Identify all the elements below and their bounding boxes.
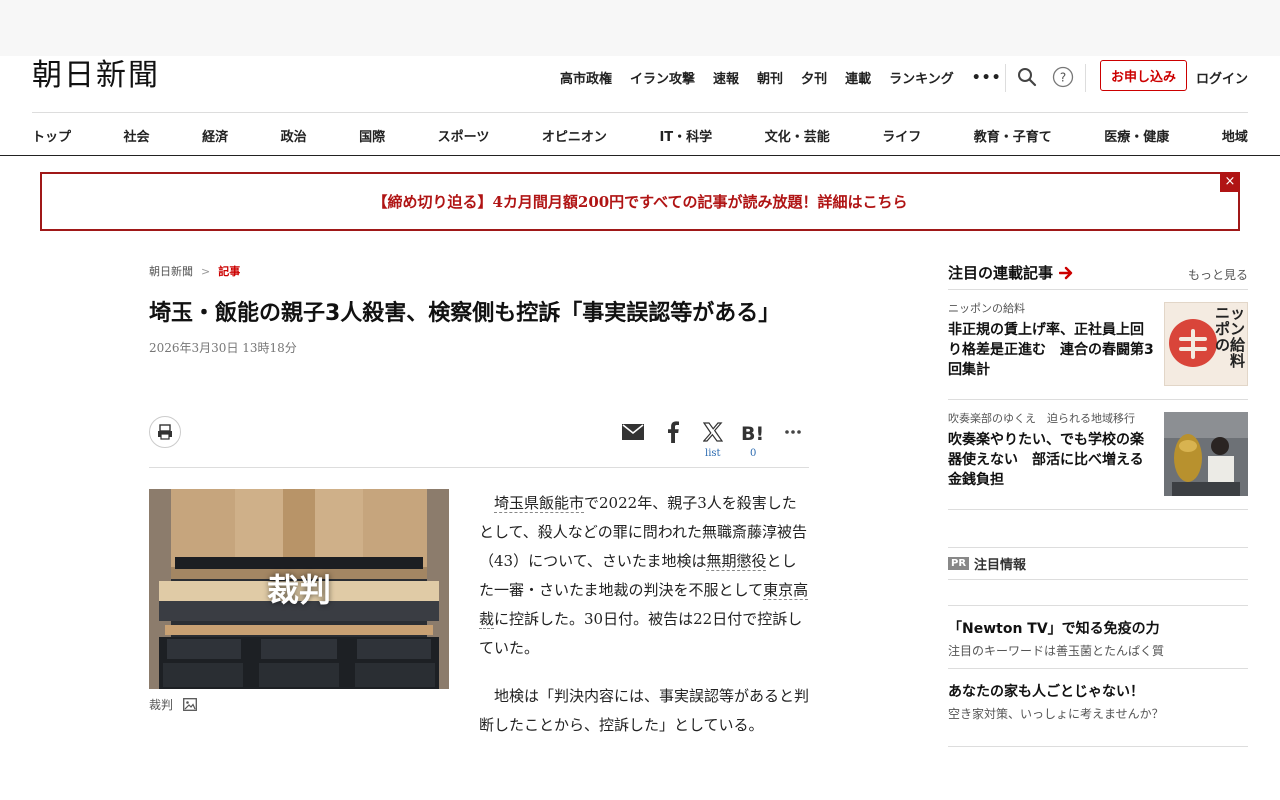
hatena-count[interactable]: 0 xyxy=(750,448,756,459)
top-nav-link[interactable]: 速報 xyxy=(713,68,739,87)
search-icon[interactable] xyxy=(1016,66,1038,88)
more-menu-button[interactable]: ••• xyxy=(972,70,1002,86)
top-nav-link[interactable]: 朝刊 xyxy=(757,68,783,87)
series-thumbnail[interactable]: ニッポンの給料 xyxy=(1164,302,1248,386)
category-nav-item[interactable]: 政治 xyxy=(281,126,307,145)
category-nav-item[interactable]: オピニオン xyxy=(542,126,607,145)
series-title[interactable]: 吹奏楽やりたい、でも学校の楽器使えない 部活に比べ増える金銭負担 xyxy=(948,430,1154,490)
pr-item-title[interactable]: あなたの家も人ごとじゃない！ xyxy=(948,681,1144,701)
see-more-link[interactable]: もっと見る xyxy=(1188,266,1248,283)
pr-section-header: PR 注目情報 xyxy=(948,547,1248,580)
article-photo[interactable]: 裁判 xyxy=(149,489,449,689)
site-logo[interactable]: 朝日新聞 xyxy=(32,58,160,92)
x-icon[interactable] xyxy=(699,418,727,446)
article-paragraph: 埼玉県飯能市で2022年、親子3人を殺害したとして、殺人などの罪に問われた無職斎… xyxy=(479,489,809,663)
arrow-right-icon xyxy=(1059,266,1073,280)
series-card[interactable]: ニッポンの給料 非正規の賃上げ率、正社員上回り格差是正進む 連合の春闘第3回集計… xyxy=(948,290,1248,400)
top-nav-link[interactable]: 連載 xyxy=(845,68,871,87)
article-paragraph: 地検は「判決内容には、事実誤認等があると判断したことから、控訴した」としている。 xyxy=(479,682,809,740)
facebook-icon[interactable] xyxy=(659,418,687,446)
pr-item-divider xyxy=(948,746,1248,756)
image-icon[interactable] xyxy=(183,698,197,711)
series-thumbnail[interactable] xyxy=(1164,412,1248,496)
site-header: 朝日新聞 高市政権 イラン攻撃 速報 朝刊 夕刊 連載 ランキング ••• ? … xyxy=(0,56,1280,156)
category-nav-item[interactable]: ライフ xyxy=(882,126,921,145)
sidebar-header: 注目の連載記事 もっと見る xyxy=(948,262,1248,290)
top-nav-link[interactable]: イラン攻撃 xyxy=(630,68,695,87)
article-title: 埼玉・飯能の親子3人殺害、検察側も控訴「事実誤認等がある」 xyxy=(149,301,781,326)
header-divider xyxy=(32,112,1248,113)
category-nav-item[interactable]: 地域 xyxy=(1222,126,1248,145)
article-date: 2026年3月30日 13時18分 xyxy=(149,341,297,355)
series-category: ニッポンの給料 xyxy=(948,302,1025,315)
x-share-count[interactable]: list xyxy=(705,448,721,459)
divider xyxy=(1005,64,1006,92)
share-bar: list B! 0 xyxy=(149,414,809,468)
sidebar: 注目の連載記事 もっと見る ニッポンの給料 非正規の賃上げ率、正社員上回り格差是… xyxy=(948,262,1248,747)
category-nav-item[interactable]: 医療・健康 xyxy=(1104,126,1169,145)
pr-item[interactable]: あなたの家も人ごとじゃない！ 空き家対策、いっしょに考えませんか？ xyxy=(948,668,1248,730)
category-nav-item[interactable]: 教育・子育て xyxy=(974,126,1052,145)
hatena-bookmark-icon[interactable]: B! xyxy=(739,418,767,446)
series-logo-text: ニッポンの給料 xyxy=(1214,304,1245,370)
breadcrumb-current[interactable]: 記事 xyxy=(218,263,240,279)
keyword-link[interactable]: 無期懲役 xyxy=(706,552,767,571)
photo-overlay-label: 裁判 xyxy=(267,571,332,609)
breadcrumb-separator: > xyxy=(201,264,211,278)
text: に控訴した。30日付。被告は22日付で控訴していた。 xyxy=(479,610,803,657)
series-category: 吹奏楽部のゆくえ 迫られる地域移行 xyxy=(948,412,1135,425)
close-icon[interactable]: × xyxy=(1220,172,1240,192)
series-card[interactable]: 吹奏楽部のゆくえ 迫られる地域移行 吹奏楽やりたい、でも学校の楽器使えない 部活… xyxy=(948,400,1248,510)
photo-caption-text: 裁判 xyxy=(149,698,174,712)
category-nav: トップ 社会 経済 政治 国際 スポーツ オピニオン IT・科学 文化・芸能 ラ… xyxy=(32,126,1248,145)
subscribe-button[interactable]: お申し込み xyxy=(1100,60,1187,91)
category-nav-item[interactable]: 社会 xyxy=(124,126,150,145)
category-nav-item[interactable]: トップ xyxy=(32,126,71,145)
svg-text:?: ? xyxy=(1060,71,1066,85)
category-nav-item[interactable]: 文化・芸能 xyxy=(765,126,830,145)
breadcrumb-home[interactable]: 朝日新聞 xyxy=(149,263,193,279)
print-icon[interactable] xyxy=(149,416,181,448)
series-title[interactable]: 非正規の賃上げ率、正社員上回り格差是正進む 連合の春闘第3回集計 xyxy=(948,320,1154,380)
keyword-link[interactable]: 埼玉県飯能市 xyxy=(494,494,585,513)
breadcrumb: 朝日新聞 > 記事 xyxy=(149,262,809,280)
photo-caption: 裁判 xyxy=(149,696,197,713)
article-body: 埼玉県飯能市で2022年、親子3人を殺害したとして、殺人などの罪に問われた無職斎… xyxy=(479,489,809,759)
category-nav-item[interactable]: 経済 xyxy=(202,126,228,145)
sidebar-title-text: 注目の連載記事 xyxy=(948,264,1054,282)
text: 地検は「判決内容には、事実誤認等があると判断したことから、控訴した」としている。 xyxy=(479,687,810,734)
more-share-icon[interactable] xyxy=(779,418,807,446)
band-photo xyxy=(1164,412,1248,496)
category-nav-item[interactable]: スポーツ xyxy=(438,126,490,145)
promo-banner-text[interactable]: 【締め切り迫る】4カ月間月額200円ですべての記事が読み放題！詳細はこちら xyxy=(372,191,907,212)
category-nav-item[interactable]: IT・科学 xyxy=(659,126,712,145)
divider xyxy=(1085,64,1086,92)
article: 朝日新聞 > 記事 埼玉・飯能の親子3人殺害、検察側も控訴「事実誤認等がある」 … xyxy=(149,262,809,734)
top-nav-link[interactable]: ランキング xyxy=(889,68,954,87)
top-nav-link[interactable]: 高市政権 xyxy=(560,68,612,87)
svg-text:B!: B! xyxy=(741,423,764,442)
pr-section-title: 注目情報 xyxy=(974,558,1027,573)
pr-item-subtitle: 空き家対策、いっしょに考えませんか？ xyxy=(948,707,1164,721)
login-link[interactable]: ログイン xyxy=(1196,68,1248,87)
pr-badge: PR xyxy=(948,557,970,570)
pr-item[interactable]: 「Newton TV」で知る免疫の力 注目のキーワードは善玉菌とたんぱく質 xyxy=(948,605,1248,667)
mail-icon[interactable] xyxy=(619,418,647,446)
promo-banner[interactable]: 【締め切り迫る】4カ月間月額200円ですべての記事が読み放題！詳細はこちら × xyxy=(40,172,1240,231)
help-icon[interactable]: ? xyxy=(1052,66,1074,88)
top-nav-link[interactable]: 夕刊 xyxy=(801,68,827,87)
category-nav-item[interactable]: 国際 xyxy=(359,126,385,145)
top-nav: 高市政権 イラン攻撃 速報 朝刊 夕刊 連載 ランキング ••• xyxy=(560,68,1016,88)
pr-item-title[interactable]: 「Newton TV」で知る免疫の力 xyxy=(948,618,1160,638)
pr-item-subtitle: 注目のキーワードは善玉菌とたんぱく質 xyxy=(948,644,1165,658)
